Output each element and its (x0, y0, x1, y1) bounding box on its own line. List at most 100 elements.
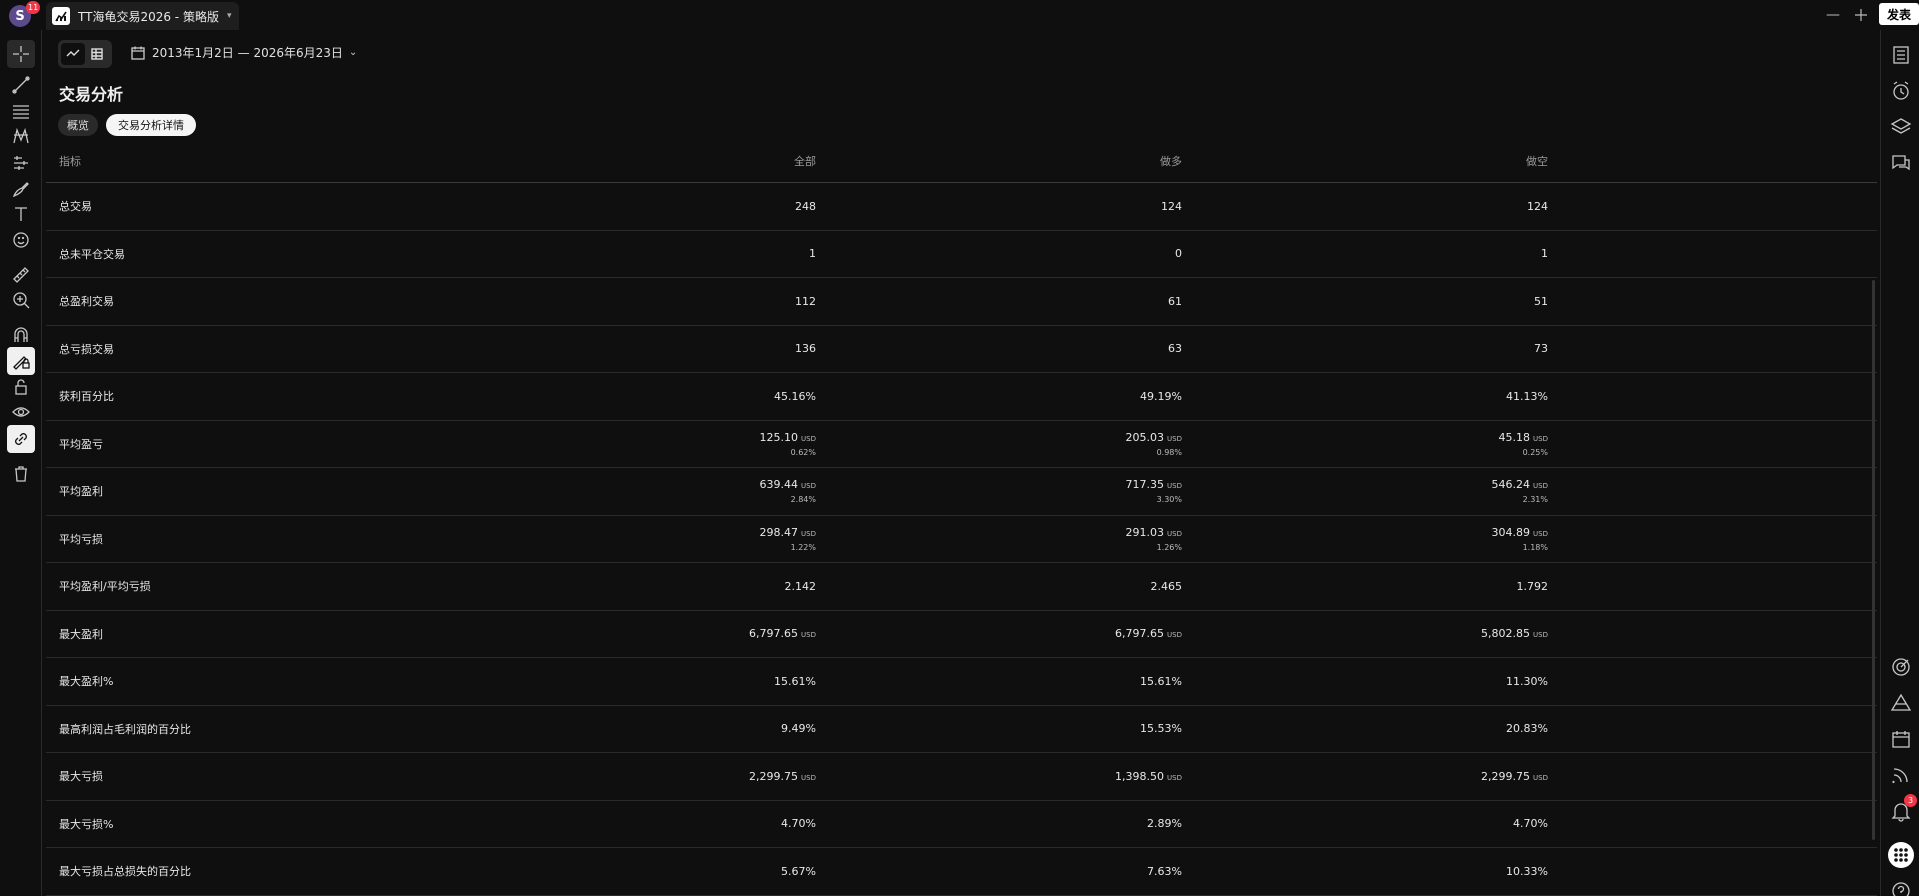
projection-icon[interactable] (7, 149, 35, 177)
table-row: 平均盈亏 125.10 USD 0.62% 205.03 USD 0.98% 45.18 USD… (46, 421, 1877, 468)
value-text: 1.792 (1516, 579, 1549, 593)
chart-view-icon[interactable] (61, 43, 85, 65)
value-text: 639.44 (759, 478, 799, 492)
value-line: 63 (1168, 342, 1182, 355)
ruler-icon[interactable] (7, 261, 35, 289)
value-line: 45.16% (774, 390, 816, 403)
trash-icon[interactable] (7, 460, 35, 488)
help-icon[interactable] (1888, 878, 1914, 896)
currency-unit: USD (801, 434, 816, 443)
value-line: 124 (1161, 200, 1182, 213)
currency-unit: USD (1167, 434, 1182, 443)
currency-unit: USD (1167, 773, 1182, 782)
value-cell-long: 124 (1161, 183, 1182, 230)
value-text: 125.10 (759, 430, 799, 444)
table-row: 最高利润占毛利润的百分比 9.49% 15.53% 20.83% (46, 706, 1877, 753)
chart-logo-icon (52, 7, 70, 25)
metric-label: 最大盈利 (59, 627, 103, 641)
value-text: 1 (809, 247, 816, 261)
text-icon[interactable] (7, 200, 35, 228)
value-cell-long: 15.53% (1140, 706, 1182, 753)
value-line: 717.35 USD (1126, 478, 1182, 491)
chevron-down-icon[interactable]: ▾ (227, 11, 232, 21)
table-row: 最大盈利 6,797.65 USD 6,797.65 USD 5,802.85 USD (46, 611, 1877, 658)
value-cell-long: 717.35 USD 3.30% (1126, 468, 1182, 515)
layers-icon[interactable] (1888, 114, 1914, 140)
table-row: 最大亏损占总损失的百分比 5.67% 7.63% 10.33% (46, 848, 1877, 896)
value-text: 5,802.85 (1481, 627, 1531, 641)
target-icon[interactable] (1888, 654, 1914, 680)
zoom-in-icon[interactable] (7, 286, 35, 314)
currency-unit: USD (1533, 631, 1548, 640)
eye-icon[interactable] (7, 398, 35, 426)
notification-badge: 11 (26, 1, 41, 14)
calendar-icon[interactable] (1888, 726, 1914, 752)
left-toolbar (0, 30, 42, 896)
unlock-icon[interactable] (7, 373, 35, 401)
value-line: 49.19% (1140, 390, 1182, 403)
value-text: 7.63% (1147, 864, 1182, 878)
watchlist-icon[interactable] (1888, 42, 1914, 68)
scrollbar[interactable] (1872, 280, 1875, 840)
link-icon[interactable] (7, 425, 35, 453)
value-cell-all: 136 (795, 326, 816, 373)
value-line: 1,398.50 USD (1115, 770, 1182, 783)
rss-icon[interactable] (1888, 762, 1914, 788)
value-cell-short: 1 (1541, 231, 1548, 278)
percent-subvalue: 2.31% (1522, 495, 1548, 505)
apps-grid-icon[interactable] (1888, 842, 1914, 868)
view-toggle (58, 40, 112, 68)
value-line: 1 (809, 247, 816, 260)
value-line: 2,299.75 USD (749, 770, 816, 783)
value-line: 136 (795, 342, 816, 355)
emoji-icon[interactable] (7, 226, 35, 254)
value-text: 2,299.75 (749, 769, 799, 783)
top-bar: S 11 TT海龟交易2026 - 策略版 ▾ — 发表 (0, 0, 1919, 30)
value-text: 291.03 (1125, 525, 1165, 539)
date-range-selector[interactable]: 2013年1月2日 — 2026年6月23日 ⌄ (130, 44, 357, 61)
fib-icon[interactable] (7, 97, 35, 125)
percent-subvalue: 0.98% (1156, 447, 1182, 457)
percent-subvalue: 1.18% (1522, 542, 1548, 552)
chat-icon[interactable] (1888, 150, 1914, 176)
publish-button[interactable]: 发表 (1879, 3, 1919, 25)
value-line: 61 (1168, 295, 1182, 308)
value-line: 5,802.85 USD (1481, 627, 1548, 640)
value-cell-short: 1.792 (1517, 563, 1549, 610)
pattern-icon[interactable] (7, 122, 35, 150)
value-text: 2.89% (1147, 817, 1182, 831)
pattern-triangle-icon[interactable] (1888, 690, 1914, 716)
minimize-icon[interactable]: — (1823, 5, 1843, 25)
value-line: 2.89% (1147, 817, 1182, 830)
crosshair-icon[interactable] (7, 40, 35, 68)
table-row: 最大盈利% 15.61% 15.61% 11.30% (46, 658, 1877, 706)
notifications-icon[interactable]: 3 (1888, 794, 1917, 824)
value-text: 205.03 (1125, 430, 1165, 444)
value-line: 291.03 USD (1126, 526, 1182, 539)
value-line: 2.142 (785, 580, 817, 593)
table-row: 最大亏损 2,299.75 USD 1,398.50 USD 2,299.75 USD (46, 753, 1877, 801)
tab-overview[interactable]: 概览 (58, 114, 98, 136)
brush-icon[interactable] (7, 175, 35, 203)
chart-tab[interactable]: TT海龟交易2026 - 策略版 ▾ (46, 2, 239, 30)
strategy-report-panel: 2013年1月2日 — 2026年6月23日 ⌄ 交易分析 概览 交易分析详情 … (46, 30, 1877, 896)
tab-title: TT海龟交易2026 - 策略版 (78, 9, 219, 24)
calendar-icon (131, 46, 145, 60)
maximize-icon[interactable] (1851, 5, 1871, 25)
value-text: 0 (1175, 247, 1182, 261)
tab-trade-analysis-details[interactable]: 交易分析详情 (106, 114, 196, 136)
table-row: 最大亏损% 4.70% 2.89% 4.70% (46, 801, 1877, 848)
date-range-label: 2013年1月2日 — 2026年6月23日 (152, 46, 343, 60)
currency-unit: USD (1167, 631, 1182, 640)
magnet-icon[interactable] (7, 321, 35, 349)
value-text: 2,299.75 (1481, 769, 1531, 783)
lock-drawing-icon[interactable] (7, 347, 35, 375)
alarm-icon[interactable] (1888, 78, 1914, 104)
value-cell-all: 298.47 USD 1.22% (760, 516, 816, 563)
currency-unit: USD (801, 529, 816, 538)
metric-label: 最大亏损 (59, 770, 103, 784)
trend-line-icon[interactable] (7, 71, 35, 99)
table-view-icon[interactable] (85, 43, 109, 65)
currency-unit: USD (1167, 529, 1182, 538)
value-cell-long: 7.63% (1147, 848, 1182, 895)
